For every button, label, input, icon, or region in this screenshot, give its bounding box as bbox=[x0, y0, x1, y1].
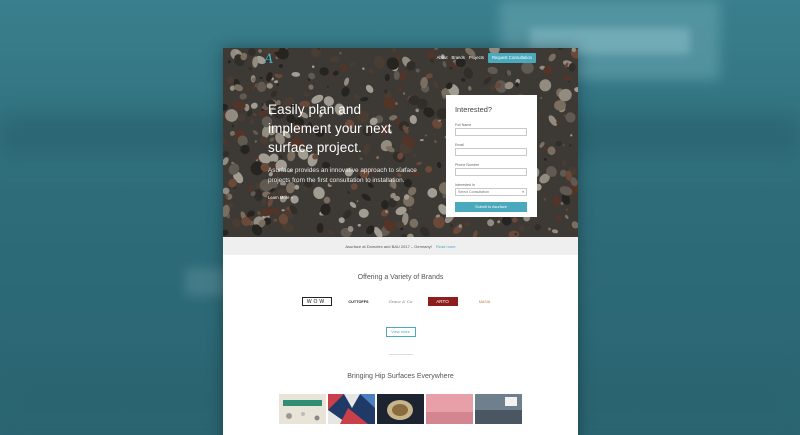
website-screenshot: A About Brands Projects Request Consulta… bbox=[223, 48, 578, 435]
announcement-bar: Asurface at Domotex and BAU 2017 – Germa… bbox=[223, 237, 578, 255]
top-nav: About Brands Projects Request Consultati… bbox=[437, 53, 536, 63]
hip-section-title: Bringing Hip Surfaces Everywhere bbox=[347, 373, 454, 380]
brand-logos: WOW CUTTOFFS Grace & Co ARTO MASIA bbox=[223, 297, 578, 306]
project-thumbnail[interactable] bbox=[279, 394, 326, 424]
form-title: Interested? bbox=[455, 105, 492, 114]
hero-subtitle: Asurface provides an innovative approach… bbox=[268, 167, 417, 184]
email-label: Email bbox=[455, 143, 464, 147]
phone-label: Phone Number bbox=[455, 163, 480, 167]
brand-logo-script[interactable]: Grace & Co bbox=[386, 297, 416, 306]
nav-brands[interactable]: Brands bbox=[452, 55, 465, 61]
nav-about[interactable]: About bbox=[437, 55, 448, 61]
project-thumbnail[interactable] bbox=[426, 394, 473, 424]
project-thumbnail[interactable] bbox=[328, 394, 375, 424]
project-thumbnail[interactable] bbox=[377, 394, 424, 424]
submit-button[interactable]: Submit to Asurface bbox=[455, 202, 527, 212]
phone-field[interactable] bbox=[455, 168, 527, 176]
learn-more-link[interactable]: Learn More » bbox=[268, 195, 293, 200]
full-name-field[interactable] bbox=[455, 128, 527, 136]
email-field[interactable] bbox=[455, 148, 527, 156]
full-name-label: Full Name bbox=[455, 123, 472, 127]
select-value: Select Consultation bbox=[458, 190, 489, 194]
brand-logo-masia[interactable]: MASIA bbox=[470, 297, 500, 306]
logo[interactable]: A bbox=[264, 53, 273, 66]
project-thumbnail[interactable] bbox=[475, 394, 522, 424]
nav-projects[interactable]: Projects bbox=[469, 55, 484, 61]
hero-title: Easily plan and implement your next surf… bbox=[268, 102, 392, 155]
interest-form: Interested? Full Name Email Phone Number… bbox=[446, 95, 537, 217]
section-divider bbox=[388, 354, 413, 355]
hero-section: A About Brands Projects Request Consulta… bbox=[223, 48, 578, 237]
chevron-down-icon: ▾ bbox=[522, 190, 524, 194]
brand-logo-cuttoffs[interactable]: CUTTOFFS bbox=[344, 297, 374, 306]
consultation-select[interactable]: Select Consultation ▾ bbox=[455, 188, 527, 196]
brand-logo-wow[interactable]: WOW bbox=[301, 297, 332, 306]
announcement-text: Asurface at Domotex and BAU 2017 – Germa… bbox=[345, 243, 432, 249]
project-thumbnails bbox=[223, 394, 578, 424]
hero-text: Easily plan and implement your next surf… bbox=[268, 100, 428, 204]
brands-section-title: Offering a Variety of Brands bbox=[357, 274, 444, 281]
view-more-button[interactable]: View more bbox=[385, 327, 416, 337]
brand-logo-arto[interactable]: ARTO bbox=[427, 297, 458, 306]
interested-in-label: Interested In bbox=[455, 183, 475, 187]
read-more-link[interactable]: Read more bbox=[436, 244, 456, 249]
request-consultation-button[interactable]: Request Consultation bbox=[487, 53, 536, 63]
